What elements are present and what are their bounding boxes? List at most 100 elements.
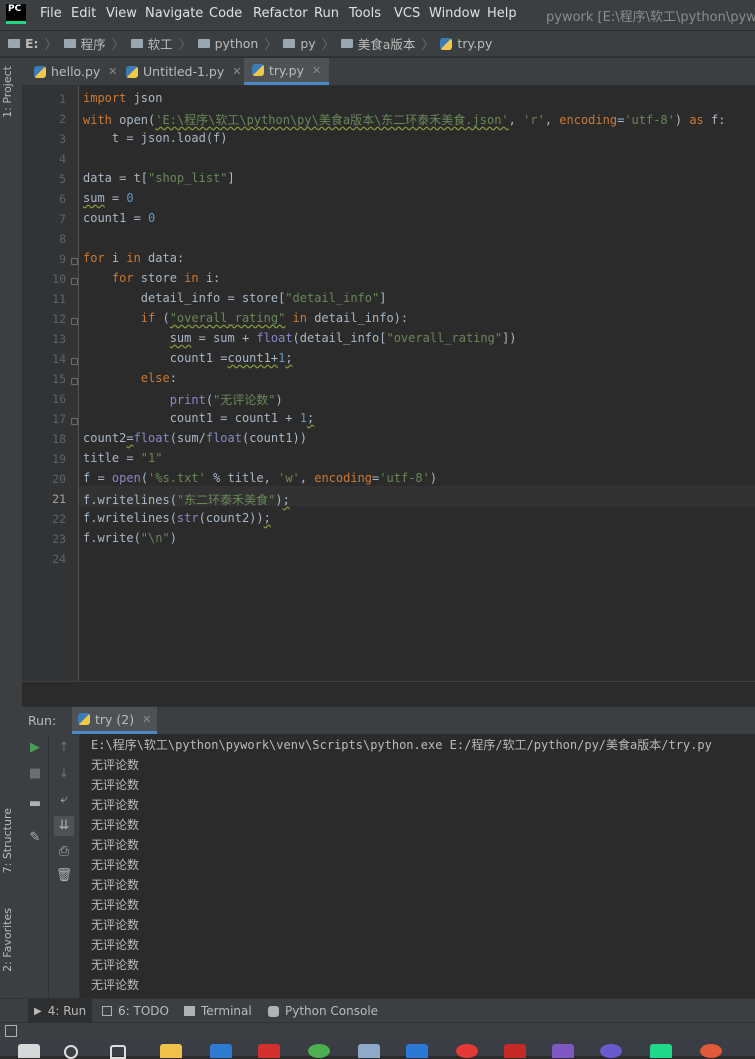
folder-icon [283,39,296,48]
code-line[interactable]: if ("overall_rating" in detail_info): [83,311,408,325]
menu-run[interactable]: Run [314,6,339,21]
structure-tool-tab[interactable]: 7: Structure [1,808,14,873]
run-tab-try[interactable]: try (2) ✕ [72,707,158,734]
line-number: 10 [52,272,66,286]
fold-marker-icon[interactable] [71,358,78,365]
code-token: 'utf-8' [624,113,675,127]
code-line[interactable]: detail_info = store["detail_info"] [83,291,387,305]
code-line[interactable]: sum = sum + float(detail_info["overall_r… [83,331,517,345]
menu-navigate[interactable]: Navigate [145,6,203,21]
tab-run[interactable]: ▶ 4: Run [28,999,93,1023]
menu-help[interactable]: Help [487,6,517,21]
fold-marker-icon[interactable] [71,378,78,385]
menu-view[interactable]: View [106,6,137,21]
search-icon[interactable] [64,1045,78,1059]
python-file-icon [440,37,453,50]
breadcrumb-file[interactable]: try.py [440,36,492,51]
close-icon[interactable]: ✕ [312,64,321,77]
menu-window[interactable]: Window [429,6,480,21]
menu-tools[interactable]: Tools [349,6,381,21]
code-token: sum [83,191,105,205]
close-icon[interactable]: ✕ [108,65,117,78]
code-line[interactable]: f.write("\n") [83,531,177,545]
code-token: (count1)) [241,431,307,445]
fold-marker-icon[interactable] [71,278,78,285]
code-token: i: [198,271,221,285]
rerun-icon[interactable]: ▶ [27,740,43,756]
code-token: ) [429,471,438,485]
fold-marker-icon[interactable] [71,258,78,265]
tab-todo[interactable]: 6: TODO [96,999,175,1023]
code-line[interactable]: print("无评论数") [83,391,283,408]
breadcrumb-drive[interactable]: E: [8,36,39,51]
project-tool-tab[interactable]: 1: Project [1,66,14,118]
code-editor[interactable]: import json with open('E:\程序\软工\python\py… [79,86,755,681]
layout-toggle-icon[interactable] [5,1025,17,1037]
pin-icon[interactable]: ✎ [27,830,43,846]
tab-hello-py[interactable]: hello.py ✕ [26,58,126,85]
close-icon[interactable]: ✕ [232,65,241,78]
code-line[interactable]: count1 = count1 + 1; [83,411,315,425]
console-output-line: 无评论数 [91,918,140,932]
code-token: = [126,431,134,445]
code-line[interactable]: import json [83,91,162,105]
up-arrow-icon[interactable]: ↑ [56,740,72,756]
code-line[interactable]: f = open('%s.txt' % title, 'w', encoding… [83,471,437,485]
breadcrumb-folder[interactable]: 软工 [130,34,173,53]
code-line[interactable]: for store in i: [83,271,220,285]
menu-refactor[interactable]: Refactor [253,6,308,21]
fold-marker-icon[interactable] [71,418,78,425]
favorites-tool-tab[interactable]: 2: Favorites [1,908,14,972]
code-line[interactable]: t = json.load(f) [83,131,228,145]
line-number: 18 [52,432,66,446]
menu-edit[interactable]: Edit [71,6,96,21]
bottom-tab-label: Python Console [285,1004,379,1018]
pycharm-logo-icon: PC [6,4,26,24]
layout-icon[interactable]: ▬ [27,796,43,812]
print-icon[interactable]: ⎙ [56,844,72,860]
task-view-icon[interactable] [110,1045,126,1059]
breadcrumb-folder[interactable]: 程序 [63,34,106,53]
stop-icon[interactable]: ■ [27,766,43,782]
code-token: else [83,371,170,385]
tab-try-py[interactable]: try.py ✕ [244,58,330,85]
breadcrumb-folder[interactable]: 美食a版本 [340,34,415,53]
console-output[interactable]: E:\程序\软工\python\pywork\venv\Scripts\pyth… [80,734,755,998]
code-token: % title, [205,471,279,485]
breadcrumb-folder[interactable]: py [283,36,316,51]
menu-file[interactable]: File [40,6,62,21]
code-line[interactable]: count1 =count1+1; [83,351,293,365]
code-line[interactable]: title = "1" [83,451,162,465]
scroll-to-end-icon[interactable]: ⇊ [54,816,74,836]
code-token: float [205,431,242,445]
tab-untitled-1-py[interactable]: Untitled-1.py ✕ [118,58,249,85]
console-output-line: 无评论数 [91,798,140,812]
code-line[interactable]: f.writelines("东二环泰禾美食"); [83,491,290,508]
code-line[interactable]: sum = 0 [83,191,134,205]
code-line[interactable]: count1 = 0 [83,211,155,225]
bottom-tab-label: 6: TODO [118,1004,169,1018]
line-number: 16 [52,392,66,406]
down-arrow-icon[interactable]: ↓ [56,766,72,782]
code-line[interactable]: f.writelines(str(count2)); [83,511,271,525]
fold-marker-icon[interactable] [71,318,78,325]
breadcrumb-folder[interactable]: python [197,36,258,51]
code-token: if [83,311,156,325]
close-icon[interactable]: ✕ [142,713,151,726]
code-line[interactable]: with open('E:\程序\软工\python\py\美食a版本\东二环泰… [83,111,725,128]
code-token: , [299,471,315,485]
console-output-line: 无评论数 [91,978,140,992]
code-line[interactable]: else: [83,371,177,385]
soft-wrap-icon[interactable]: ⤶ [56,792,72,808]
status-bar [0,1022,755,1041]
code-line[interactable]: data = t["shop_list"] [83,171,235,185]
code-line[interactable]: count2=float(sum/float(count1)) [83,431,307,445]
menu-vcs[interactable]: VCS [394,6,420,21]
menu-code[interactable]: Code [209,6,242,21]
tab-python-console[interactable]: Python Console [262,999,384,1023]
console-output-line: 无评论数 [91,898,140,912]
tab-terminal[interactable]: Terminal [178,999,258,1023]
trash-icon[interactable]: 🗑 [56,868,73,884]
code-line[interactable]: for i in data: [83,251,184,265]
